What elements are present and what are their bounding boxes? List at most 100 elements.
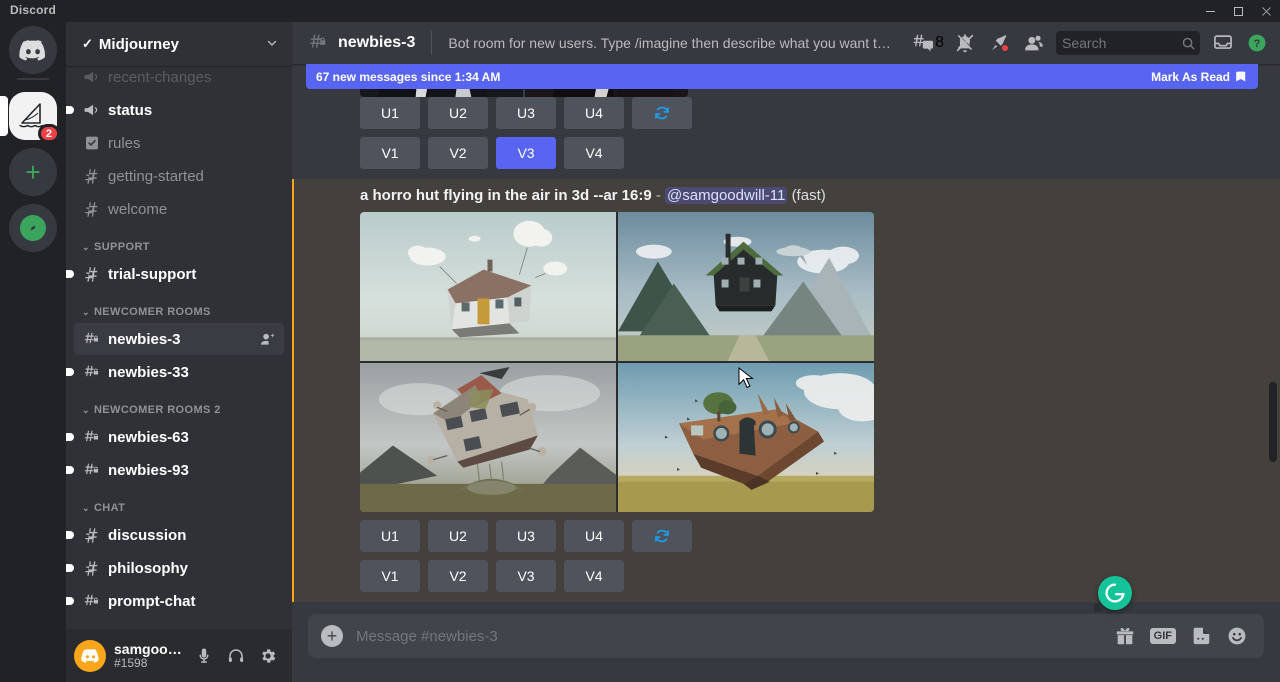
variation-button-v3[interactable]: V3 bbox=[496, 137, 556, 169]
sidebar-item-newbies-93[interactable]: newbies-93 bbox=[74, 454, 284, 486]
upscale-button-row: U1U2U3U4 bbox=[360, 520, 1264, 552]
guild-header[interactable]: ✓ Midjourney bbox=[66, 22, 292, 66]
prompt-text: a horro hut flying in the air in 3d --ar… bbox=[360, 187, 652, 204]
bell-muted-icon[interactable] bbox=[950, 28, 980, 58]
message-input-box[interactable]: + Message #newbies-3 GIF bbox=[308, 614, 1264, 658]
channel-category-newcomer-rooms[interactable]: ⌄ NEWCOMER ROOMS bbox=[66, 290, 292, 322]
image-flying-house-with-balloons[interactable] bbox=[360, 212, 616, 361]
sidebar-item-welcome[interactable]: welcome bbox=[74, 193, 284, 225]
variation-button-v1[interactable]: V1 bbox=[360, 560, 420, 592]
upscale-button-u4[interactable]: U4 bbox=[564, 97, 624, 129]
server-midjourney[interactable]: 2 bbox=[0, 88, 66, 144]
gift-icon[interactable] bbox=[1114, 625, 1136, 647]
channel-scroll-area[interactable]: recent-changes status rules getting-started… bbox=[66, 66, 292, 629]
minimize-button[interactable] bbox=[1196, 0, 1224, 22]
user-panel: samgoodw... #1598 bbox=[66, 629, 292, 682]
mark-as-read-button[interactable]: Mark As Read bbox=[1151, 70, 1248, 84]
variation-button-v1[interactable]: V1 bbox=[360, 137, 420, 169]
message-scroll[interactable]: U1U2U3U4V1V2V3V4a horro hut flying in th… bbox=[292, 64, 1280, 614]
sidebar-item-philosophy[interactable]: philosophy bbox=[74, 552, 284, 584]
unread-dot bbox=[66, 270, 74, 278]
sidebar-item-newbies-3[interactable]: newbies-3 bbox=[74, 323, 284, 355]
channel-category-support[interactable]: ⌄SUPPORT bbox=[66, 225, 292, 257]
message-scrollbar-thumb[interactable] bbox=[1269, 382, 1277, 462]
main-chat: newbies-3 Bot room for new users. Type /… bbox=[292, 22, 1280, 682]
pin-unread-dot bbox=[1001, 44, 1009, 52]
header-divider bbox=[431, 31, 432, 55]
threads-button[interactable]: 8 bbox=[911, 28, 944, 58]
user-info[interactable]: samgoodw... #1598 bbox=[114, 641, 188, 670]
upscale-button-u2[interactable]: U2 bbox=[428, 520, 488, 552]
gif-button[interactable]: GIF bbox=[1150, 628, 1176, 644]
announcement-channel-icon bbox=[82, 101, 102, 119]
image-rusty-ship-house[interactable] bbox=[618, 363, 874, 512]
maximize-button[interactable] bbox=[1224, 0, 1252, 22]
sidebar-item-recent-changes[interactable]: recent-changes bbox=[74, 66, 284, 93]
text-channel-icon bbox=[82, 265, 102, 284]
author-mention: @samgoodwill-11 bbox=[665, 187, 787, 204]
explore-servers-button[interactable] bbox=[0, 200, 66, 256]
image-tilted-house-on-rock[interactable] bbox=[360, 363, 616, 512]
user-discriminator: #1598 bbox=[114, 657, 188, 670]
channel-topic[interactable]: Bot room for new users. Type /imagine th… bbox=[448, 35, 898, 51]
upscale-button-u1[interactable]: U1 bbox=[360, 520, 420, 552]
variation-button-row: V1V2V3V4 bbox=[360, 137, 1264, 169]
sticker-icon[interactable] bbox=[1190, 625, 1212, 647]
add-member-icon[interactable] bbox=[259, 331, 276, 348]
server-home[interactable] bbox=[0, 22, 66, 78]
microphone-icon[interactable] bbox=[188, 640, 220, 672]
attach-button[interactable]: + bbox=[308, 614, 356, 658]
close-button[interactable] bbox=[1252, 0, 1280, 22]
sidebar-item-newbies-33[interactable]: newbies-33 bbox=[74, 356, 284, 388]
message-input[interactable]: Message #newbies-3 bbox=[356, 628, 1114, 645]
inbox-icon[interactable] bbox=[1208, 28, 1238, 58]
reroll-button[interactable] bbox=[632, 520, 692, 552]
sidebar-item-discussion[interactable]: discussion bbox=[74, 519, 284, 551]
variation-button-v4[interactable]: V4 bbox=[564, 560, 624, 592]
category-label: NEWCOMER ROOMS bbox=[94, 306, 211, 318]
image-grid[interactable] bbox=[360, 212, 874, 512]
variation-button-v2[interactable]: V2 bbox=[428, 560, 488, 592]
sidebar-item-prompt-chat[interactable]: prompt-chat bbox=[74, 585, 284, 617]
pin-icon[interactable] bbox=[984, 28, 1014, 58]
private-channel-icon bbox=[82, 428, 102, 447]
variation-button-v2[interactable]: V2 bbox=[428, 137, 488, 169]
sidebar-item-status[interactable]: status bbox=[74, 94, 284, 126]
user-name: samgoodw... bbox=[114, 641, 188, 657]
channel-name: recent-changes bbox=[108, 69, 276, 86]
sidebar-item-getting-started[interactable]: getting-started bbox=[74, 160, 284, 192]
upscale-button-u3[interactable]: U3 bbox=[496, 97, 556, 129]
channel-name: rules bbox=[108, 135, 276, 152]
message-current: a horro hut flying in the air in 3d --ar… bbox=[292, 179, 1280, 602]
image-dark-house-over-valley[interactable] bbox=[618, 212, 874, 361]
upscale-button-u4[interactable]: U4 bbox=[564, 520, 624, 552]
sidebar-item-newbies-63[interactable]: newbies-63 bbox=[74, 421, 284, 453]
members-icon[interactable] bbox=[1018, 28, 1048, 58]
unread-dot bbox=[66, 106, 74, 114]
text-channel-icon bbox=[82, 526, 102, 545]
grammarly-button[interactable] bbox=[1098, 576, 1132, 610]
text-channel-icon bbox=[82, 200, 102, 219]
add-server-button[interactable]: + bbox=[0, 144, 66, 200]
threads-icon bbox=[911, 28, 935, 58]
search-input[interactable]: Search bbox=[1056, 31, 1200, 55]
channel-category-chat[interactable]: ⌄CHAT bbox=[66, 486, 292, 518]
app-brand: Discord bbox=[10, 3, 56, 17]
gear-icon[interactable] bbox=[252, 640, 284, 672]
headphones-icon[interactable] bbox=[220, 640, 252, 672]
reroll-button[interactable] bbox=[632, 97, 692, 129]
sidebar-item-trial-support[interactable]: trial-support bbox=[74, 258, 284, 290]
variation-button-v4[interactable]: V4 bbox=[564, 137, 624, 169]
variation-button-v3[interactable]: V3 bbox=[496, 560, 556, 592]
header-actions: 8 Search bbox=[911, 28, 1272, 58]
avatar[interactable] bbox=[74, 640, 106, 672]
channel-category-newcomer-rooms-2[interactable]: ⌄NEWCOMER ROOMS 2 bbox=[66, 388, 292, 420]
upscale-button-u2[interactable]: U2 bbox=[428, 97, 488, 129]
unread-dot bbox=[66, 433, 74, 441]
upscale-button-u3[interactable]: U3 bbox=[496, 520, 556, 552]
sidebar-item-rules[interactable]: rules bbox=[74, 127, 284, 159]
help-icon[interactable]: ? bbox=[1242, 28, 1272, 58]
emoji-icon[interactable] bbox=[1226, 625, 1248, 647]
upscale-button-u1[interactable]: U1 bbox=[360, 97, 420, 129]
chevron-down-icon: ⌄ bbox=[82, 307, 90, 318]
